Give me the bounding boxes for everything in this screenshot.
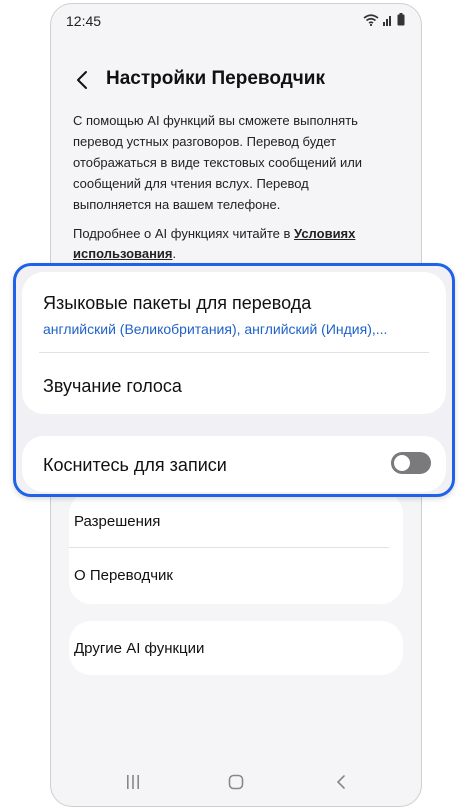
recent-apps-icon[interactable]: [126, 774, 140, 790]
status-icons: [363, 13, 405, 26]
more-info-prefix: Подробнее о AI функциях читайте в: [73, 226, 295, 241]
toggle-knob: [394, 455, 410, 471]
battery-icon: [397, 13, 405, 26]
settings-card-lower: Разрешения О Переводчик: [69, 492, 403, 604]
permissions-item[interactable]: Разрешения: [74, 513, 160, 530]
navigation-bar: [51, 770, 421, 792]
overlay-card-languages: Языковые пакеты для перевода английский …: [22, 272, 446, 414]
other-ai-card: Другие AI функции: [69, 621, 403, 675]
page-title: Настройки Переводчик: [106, 68, 325, 89]
divider: [69, 547, 389, 548]
page-header: Настройки Переводчик: [51, 62, 421, 102]
back-arrow-icon[interactable]: [73, 68, 95, 92]
voice-sound-item[interactable]: Звучание голоса: [43, 376, 182, 397]
divider: [39, 352, 429, 353]
language-packs-label: Языковые пакеты для перевода: [43, 293, 312, 313]
tap-to-record-toggle[interactable]: [391, 452, 431, 474]
more-info-text: Подробнее о AI функциях читайте в Услови…: [73, 224, 383, 264]
wifi-icon: [363, 13, 379, 26]
other-ai-functions-item[interactable]: Другие AI функции: [74, 640, 204, 657]
about-translator-item[interactable]: О Переводчик: [74, 567, 173, 584]
overlay-card-record: Коснитесь для записи: [22, 436, 446, 492]
status-bar: 12:45: [51, 4, 421, 38]
more-info-suffix: .: [172, 246, 177, 261]
description-text: С помощью AI функций вы сможете выполнят…: [73, 113, 363, 212]
language-packs-value: английский (Великобритания), английский …: [43, 321, 388, 337]
status-time: 12:45: [66, 13, 102, 29]
home-icon[interactable]: [228, 774, 244, 790]
highlighted-settings-overlay: Языковые пакеты для перевода английский …: [13, 263, 455, 497]
back-nav-icon[interactable]: [335, 774, 347, 790]
signal-icon: [383, 15, 391, 26]
tap-to-record-label: Коснитесь для записи: [43, 455, 227, 475]
